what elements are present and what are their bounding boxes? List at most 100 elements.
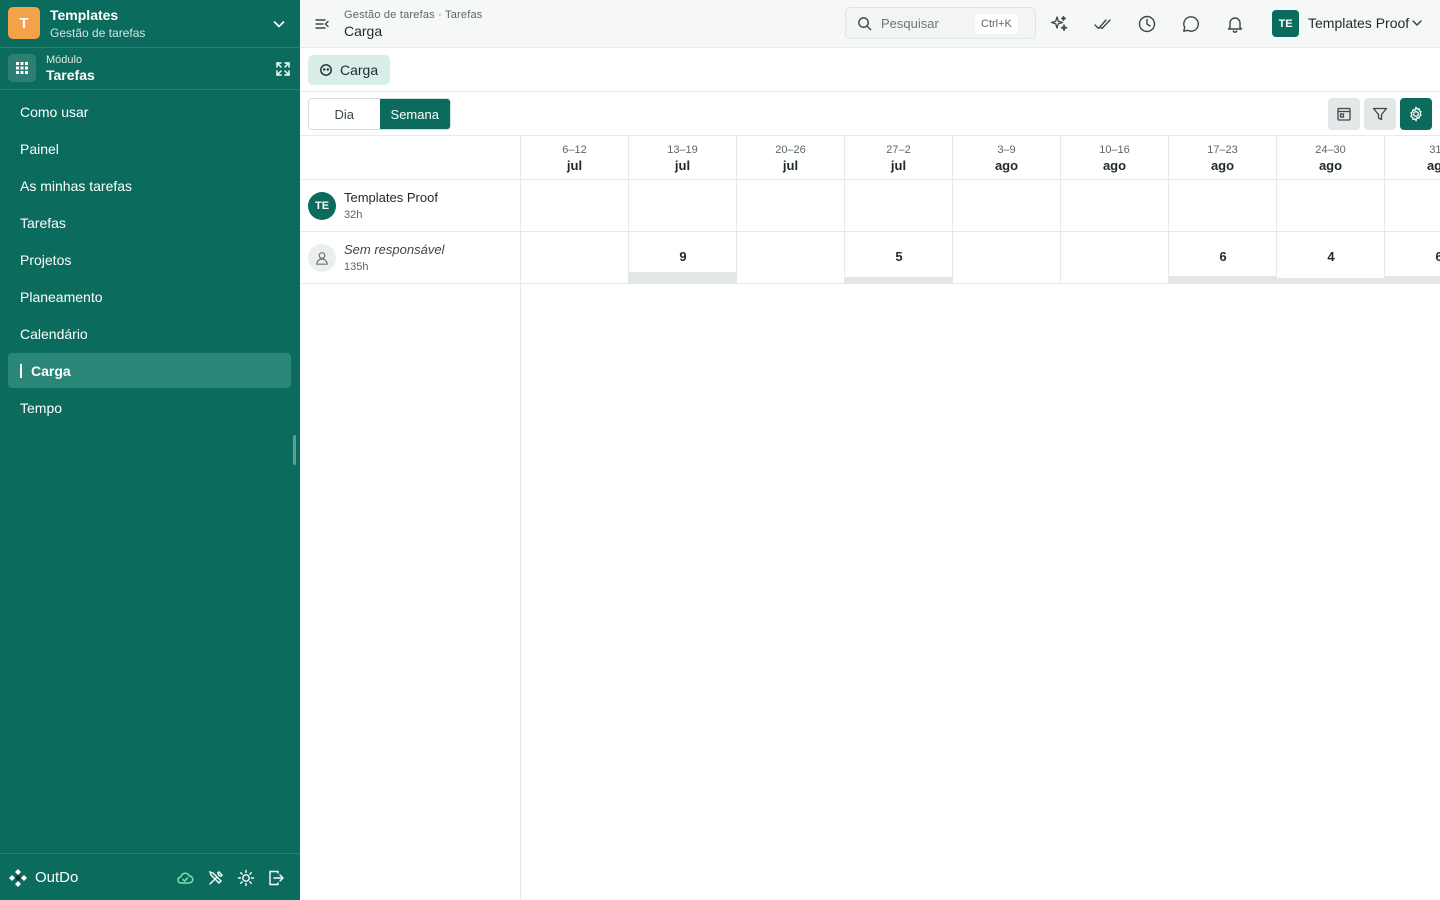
search-placeholder: Pesquisar xyxy=(881,16,939,31)
load-value: 4 xyxy=(1327,249,1335,264)
module-name: Tarefas xyxy=(46,67,95,83)
load-value: 6 xyxy=(1435,249,1440,264)
person-row[interactable]: Sem responsável 135h 9 5 6 4 6 xyxy=(300,232,1440,284)
load-cell[interactable]: 4 xyxy=(1276,232,1384,283)
load-bar xyxy=(629,272,736,283)
week-column-header: 10–16 ago xyxy=(1060,136,1168,180)
sidebar-item-projetos[interactable]: Projetos xyxy=(8,242,291,277)
person-name: Sem responsável xyxy=(344,242,445,257)
chevron-down-icon[interactable] xyxy=(271,16,287,32)
load-cell[interactable] xyxy=(1060,180,1168,231)
week-column-header: 17–23 ago xyxy=(1168,136,1276,180)
page-title: Carga xyxy=(344,23,383,39)
clock-icon[interactable] xyxy=(1137,14,1157,34)
load-cell[interactable] xyxy=(736,180,844,231)
workspace-name: Templates xyxy=(50,7,119,23)
view-tabs: Carga xyxy=(300,48,1440,92)
load-cell[interactable] xyxy=(736,232,844,283)
workspace-switcher[interactable]: T Templates Gestão de tarefas xyxy=(0,0,300,48)
load-bar xyxy=(1169,276,1276,283)
sidebar-item-painel[interactable]: Painel xyxy=(8,131,291,166)
tab-label: Carga xyxy=(340,62,379,78)
workload-toolbar: Dia Semana xyxy=(300,92,1440,136)
sidebar-item-planeamento[interactable]: Planeamento xyxy=(8,279,291,314)
week-column-header: 24–30 ago xyxy=(1276,136,1384,180)
sidebar-item-tarefas[interactable]: Tarefas xyxy=(8,205,291,240)
person-name: Templates Proof xyxy=(344,190,438,205)
load-cell[interactable] xyxy=(952,232,1060,283)
week-column-header: 31–ago xyxy=(1384,136,1440,180)
top-bar: Gestão de tarefas · Tarefas Carga Pesqui… xyxy=(300,0,1440,48)
load-value: 6 xyxy=(1219,249,1227,264)
filter-button[interactable] xyxy=(1364,98,1396,130)
load-value: 9 xyxy=(679,249,687,264)
bell-icon[interactable] xyxy=(1225,14,1245,34)
load-bar xyxy=(1385,276,1440,283)
sun-icon[interactable] xyxy=(237,869,255,887)
load-cell[interactable] xyxy=(1168,180,1276,231)
date-picker-button[interactable] xyxy=(1328,98,1360,130)
chat-icon[interactable] xyxy=(1181,14,1201,34)
user-name[interactable]: Templates Proof xyxy=(1308,15,1409,31)
sidebar-item-como-usar[interactable]: Como usar xyxy=(8,94,291,129)
search-icon xyxy=(858,17,872,31)
user-placeholder-icon xyxy=(316,252,328,265)
logout-icon[interactable] xyxy=(267,869,285,887)
sidebar: T Templates Gestão de tarefas Módulo Tar… xyxy=(0,0,300,900)
load-cell[interactable]: 6 xyxy=(1384,232,1440,283)
week-column-header: 6–12 jul xyxy=(520,136,628,180)
tools-icon[interactable] xyxy=(207,869,225,887)
breadcrumb[interactable]: Gestão de tarefas · Tarefas xyxy=(344,9,483,21)
load-bar xyxy=(1277,278,1384,283)
outdo-logo-icon xyxy=(9,869,27,887)
load-cell[interactable] xyxy=(628,180,736,231)
week-header: 6–12 jul 13–19 jul 20–26 jul 27–2 jul 3–9 ago… xyxy=(300,136,1440,180)
sidebar-footer: OutDo xyxy=(0,853,300,900)
view-week-button[interactable]: Semana xyxy=(379,99,450,129)
sidebar-item-carga[interactable]: Carga xyxy=(8,353,291,388)
sidebar-nav: Como usar Painel As minhas tarefas Taref… xyxy=(8,94,291,427)
tab-carga[interactable]: Carga xyxy=(308,55,390,85)
ai-sparkle-icon[interactable] xyxy=(1049,14,1069,34)
brand-name: OutDo xyxy=(35,869,79,886)
chevron-down-icon[interactable] xyxy=(1410,16,1424,30)
sidebar-item-as-minhas-tarefas[interactable]: As minhas tarefas xyxy=(8,168,291,203)
week-column-header: 27–2 jul xyxy=(844,136,952,180)
sidebar-item-calendario[interactable]: Calendário xyxy=(8,316,291,351)
load-cell[interactable]: 9 xyxy=(628,232,736,283)
workload-grid: 6–12 jul 13–19 jul 20–26 jul 27–2 jul 3–9 ago… xyxy=(300,136,1440,900)
search-input[interactable]: Pesquisar Ctrl+K xyxy=(845,7,1036,39)
module-selector[interactable]: Módulo Tarefas xyxy=(0,48,300,90)
week-column-header: 13–19 jul xyxy=(628,136,736,180)
load-cell[interactable] xyxy=(520,180,628,231)
apps-grid-icon xyxy=(8,54,36,82)
view-day-button[interactable]: Dia xyxy=(309,99,380,129)
person-hours: 135h xyxy=(344,261,369,273)
person-row[interactable]: TE Templates Proof 32h xyxy=(300,180,1440,232)
workspace-logo: T xyxy=(8,7,40,39)
view-toggle: Dia Semana xyxy=(308,98,451,130)
week-column-header: 20–26 jul xyxy=(736,136,844,180)
user-avatar[interactable]: TE xyxy=(1272,10,1299,37)
workspace-subtitle: Gestão de tarefas xyxy=(50,26,146,40)
sidebar-resize-handle[interactable] xyxy=(293,435,296,465)
avatar xyxy=(308,244,336,272)
load-cell[interactable] xyxy=(844,180,952,231)
collapse-sidebar-icon[interactable] xyxy=(314,16,330,32)
load-cell[interactable] xyxy=(1276,180,1384,231)
settings-button[interactable] xyxy=(1400,98,1432,130)
workload-icon xyxy=(320,64,332,76)
gear-icon xyxy=(1410,106,1422,122)
load-cell[interactable] xyxy=(952,180,1060,231)
double-check-icon[interactable] xyxy=(1093,14,1113,34)
load-cell[interactable] xyxy=(520,232,628,283)
avatar: TE xyxy=(308,192,336,220)
cloud-sync-icon[interactable] xyxy=(176,869,194,887)
sidebar-item-tempo[interactable]: Tempo xyxy=(8,390,291,425)
filter-icon xyxy=(1372,107,1388,121)
expand-icon[interactable] xyxy=(275,61,291,77)
load-cell[interactable] xyxy=(1384,180,1440,231)
load-cell[interactable] xyxy=(1060,232,1168,283)
load-cell[interactable]: 5 xyxy=(844,232,952,283)
load-cell[interactable]: 6 xyxy=(1168,232,1276,283)
